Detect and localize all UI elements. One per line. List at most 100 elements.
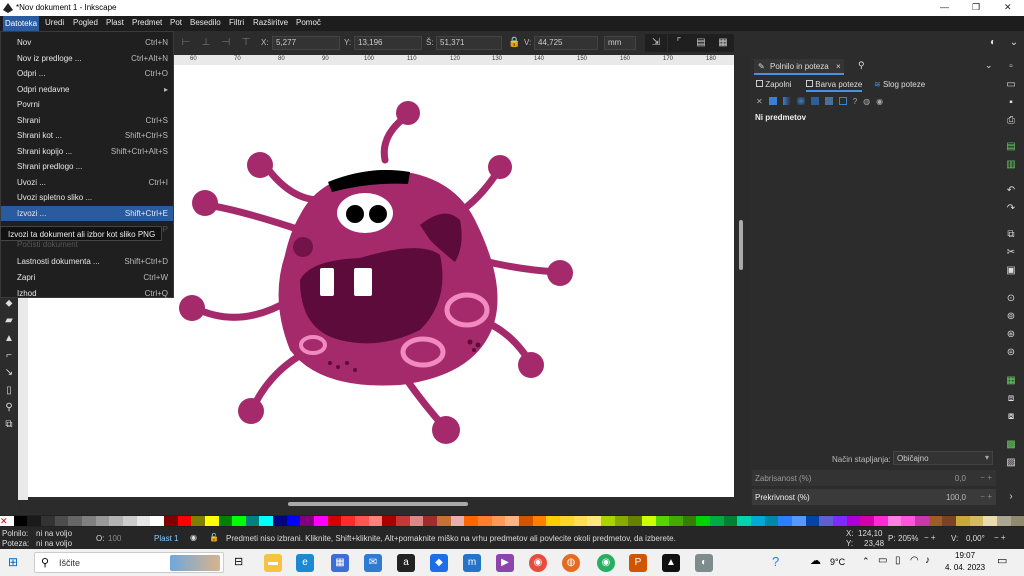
file-menu-item[interactable]: Uvozi spletno sliko ... [1, 190, 173, 205]
horizontal-scroll-thumb[interactable] [288, 502, 468, 506]
color-swatch[interactable] [914, 516, 929, 526]
blend-mode-select[interactable]: Običajno ▾ [893, 451, 993, 465]
menu-uredi[interactable]: Uredi [45, 18, 64, 27]
zoom-selection-icon[interactable]: ⊙ [1005, 293, 1017, 305]
print-icon[interactable]: ⎙ [1005, 115, 1017, 127]
color-swatch[interactable] [860, 516, 874, 526]
measure-icon[interactable]: ▯ [3, 385, 15, 397]
color-swatch[interactable] [245, 516, 260, 526]
app-taskbar-icon[interactable]: ◐ [695, 554, 713, 572]
subtab-fill[interactable]: Zapolni [756, 80, 791, 89]
color-swatch[interactable] [40, 516, 55, 526]
swatch-icon[interactable] [838, 97, 847, 105]
color-swatch[interactable] [996, 516, 1011, 526]
pattern-icon[interactable] [824, 97, 833, 105]
file-menu-item[interactable]: Odpri ... Ctrl+O [1, 66, 173, 81]
color-swatch[interactable] [232, 516, 246, 526]
blur-slider[interactable]: Zabrisanost (%) 0,0 − + [752, 470, 996, 486]
app-icon[interactable]: ▶ [496, 554, 514, 572]
tray-usb-icon[interactable]: ▯ [895, 555, 901, 566]
menu-filtri[interactable]: Filtri [229, 18, 244, 27]
dropper-icon[interactable]: ⌐ [3, 350, 15, 362]
menu-datoteka[interactable]: Datoteka [3, 16, 40, 31]
clock-time[interactable]: 19:07 [955, 551, 975, 560]
color-swatch[interactable] [259, 516, 274, 526]
color-swatch[interactable] [13, 516, 28, 526]
color-swatch[interactable] [942, 516, 956, 526]
color-swatch[interactable] [150, 516, 164, 526]
color-swatch[interactable] [382, 516, 397, 526]
group-icon[interactable]: ▩ [1005, 439, 1017, 451]
color-swatch[interactable] [218, 516, 233, 526]
unit-select[interactable]: mm [604, 36, 636, 50]
color-swatch[interactable] [300, 516, 315, 526]
more-icon[interactable]: › [1005, 491, 1017, 503]
color-swatch[interactable] [122, 516, 137, 526]
linear-gradient-icon[interactable] [782, 97, 791, 105]
color-swatch[interactable] [846, 516, 861, 526]
snap-toggle-icon[interactable]: ◐ [987, 37, 999, 49]
file-menu-item[interactable]: Shrani kot ... Shift+Ctrl+S [1, 128, 173, 143]
opacity-slider[interactable]: Prekrivnost (%) 100,0 − + [752, 489, 996, 505]
color-swatch[interactable] [641, 516, 656, 526]
minimize-icon[interactable]: — [940, 2, 949, 12]
color-swatch[interactable] [559, 516, 574, 526]
y-field[interactable]: 13,196 [354, 36, 422, 50]
color-swatch[interactable] [1010, 516, 1024, 526]
zoom-page-icon[interactable]: ⊛ [1005, 329, 1017, 341]
search-icon[interactable]: ⚲ [858, 60, 865, 71]
inkscape-taskbar-icon[interactable]: ▲ [662, 554, 680, 572]
color-swatch[interactable] [505, 516, 519, 526]
unset-paint-icon[interactable]: ? [853, 97, 857, 106]
moofy-icon[interactable]: m [463, 554, 481, 572]
dropbox-icon[interactable]: ◆ [430, 554, 448, 572]
amazon-icon[interactable]: a [397, 554, 415, 572]
align-top-icon[interactable]: ⊤ [240, 37, 252, 49]
tray-up-icon[interactable]: ⌃ [862, 556, 870, 567]
color-swatch[interactable] [669, 516, 683, 526]
color-swatch[interactable] [696, 516, 711, 526]
flat-color-icon[interactable] [768, 97, 777, 105]
weather-icon[interactable]: ☁ [810, 554, 821, 567]
no-paint-icon[interactable]: ✕ [756, 97, 763, 106]
unlink-clone-icon[interactable]: ⧇ [1005, 411, 1017, 423]
height-field[interactable]: 44,725 [534, 36, 598, 50]
opacity-short-field[interactable]: 100 [108, 534, 121, 543]
color-swatch[interactable] [136, 516, 151, 526]
zoom-drawing-icon[interactable]: ⊚ [1005, 311, 1017, 323]
color-swatch[interactable] [655, 516, 670, 526]
rotation-value[interactable]: 0,00° [966, 534, 985, 543]
color-swatch[interactable] [286, 516, 301, 526]
color-swatch[interactable] [437, 516, 451, 526]
file-menu-item[interactable]: Shrani kopijo ... Shift+Ctrl+Alt+S [1, 144, 173, 159]
menu-pomoc[interactable]: Pomoč [296, 18, 321, 27]
color-swatch[interactable] [573, 516, 588, 526]
mesh-gradient-icon[interactable] [810, 97, 819, 105]
align-right-icon[interactable]: ⊣ [220, 37, 232, 49]
color-swatch[interactable] [955, 516, 970, 526]
file-menu-item[interactable]: Shrani predlogo ... [1, 159, 173, 174]
redo-icon[interactable]: ↷ [1005, 203, 1017, 215]
color-swatch[interactable] [723, 516, 738, 526]
color-swatch[interactable] [928, 516, 943, 526]
layer-visibility-icon[interactable]: ◉ [190, 533, 197, 542]
color-swatch[interactable] [969, 516, 984, 526]
weather-temp[interactable]: 9°C [830, 557, 845, 567]
file-menu-item[interactable]: Uvozi ... Ctrl+I [1, 175, 173, 190]
file-menu-item[interactable]: Izvozi ... Shift+Ctrl+E [1, 206, 173, 221]
tab-close-icon[interactable]: × [836, 62, 841, 71]
windows-start-icon[interactable]: ⊞ [8, 555, 18, 569]
color-swatch[interactable] [491, 516, 506, 526]
rotation-stepper-icon[interactable]: − + [994, 533, 1006, 542]
firefox-icon[interactable]: ◍ [562, 554, 580, 572]
file-explorer-icon[interactable]: ▬ [264, 554, 282, 572]
color-swatch[interactable] [464, 516, 478, 526]
edge-icon[interactable]: e [296, 554, 314, 572]
clock-date[interactable]: 4. 04. 2023 [945, 563, 985, 572]
ungroup-icon[interactable]: ▨ [1005, 457, 1017, 469]
chrome-icon[interactable]: ◉ [529, 554, 547, 572]
align-center-icon[interactable]: ⊥ [200, 37, 212, 49]
width-field[interactable]: 51,371 [436, 36, 502, 50]
menu-predmet[interactable]: Predmet [132, 18, 162, 27]
subtab-stroke-paint[interactable]: Barva poteze [806, 80, 863, 92]
